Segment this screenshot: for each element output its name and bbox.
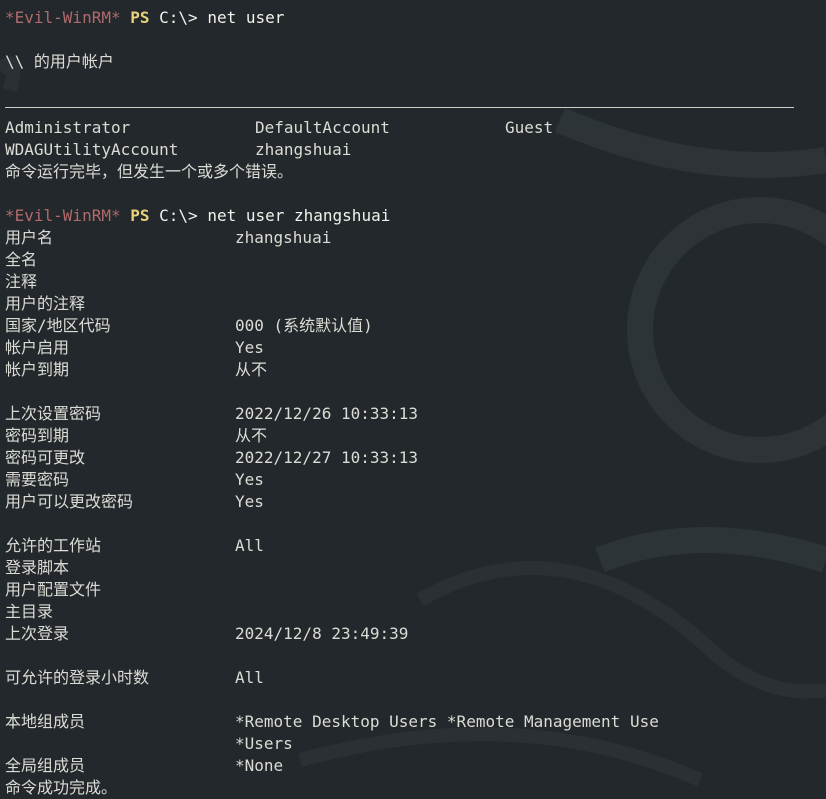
prompt-ps: PS [130,206,150,225]
prompt-line-2: *Evil-WinRM* PS C:\> net user zhangshuai [5,205,821,227]
field-label: 密码到期 [5,426,70,445]
detail-row: 密码可更改 2022/12/27 10:33:13 [5,447,821,469]
field-value: 从不 [235,360,268,379]
detail-row: 帐户到期 从不 [5,359,821,381]
detail-row: 上次设置密码 2022/12/26 10:33:13 [5,403,821,425]
field-label: 密码可更改 [5,448,86,467]
field-label: 上次登录 [5,624,70,643]
field-label: 全名 [5,250,38,269]
field-label: 用户的注释 [5,294,86,313]
prompt-line-1: *Evil-WinRM* PS C:\> net user [5,7,821,29]
account-name: Guest [505,118,554,137]
detail-row: 国家/地区代码 000 (系统默认值) [5,315,821,337]
detail-row: 用户配置文件 [5,579,821,601]
detail-row: 全名 [5,249,821,271]
prompt-name: *Evil-WinRM* [5,206,121,225]
field-value: Yes [235,470,264,489]
field-label: 全局组成员 [5,756,86,775]
detail-row: 主目录 [5,601,821,623]
accounts-row: Administrator DefaultAccount Guest [5,117,821,139]
field-value: 000 (系统默认值) [235,316,373,335]
account-name: DefaultAccount [255,118,390,137]
field-label: 主目录 [5,602,54,621]
field-label: 国家/地区代码 [5,316,111,335]
detail-row: 密码到期 从不 [5,425,821,447]
status-message: 命令成功完成。 [5,778,118,797]
field-label: 允许的工作站 [5,536,102,555]
field-label: 可允许的登录小时数 [5,668,150,687]
account-name: zhangshuai [255,140,352,159]
field-label: 需要密码 [5,470,70,489]
field-value: All [235,536,264,555]
field-value: Yes [235,338,264,357]
detail-row: 登录脚本 [5,557,821,579]
detail-row: 用户名 zhangshuai [5,227,821,249]
field-value: zhangshuai [235,228,332,247]
field-value: *None [235,756,284,775]
detail-row: 注释 [5,271,821,293]
separator-line [5,95,821,117]
field-value: Yes [235,492,264,511]
field-label: 上次设置密码 [5,404,102,423]
detail-row: 本地组成员 *Remote Desktop Users *Remote Manag… [5,711,821,733]
prompt-path: C:\> [159,206,198,225]
field-value: 从不 [235,426,268,445]
field-label: 登录脚本 [5,558,70,577]
prompt-name: *Evil-WinRM* [5,8,121,27]
field-value: *Remote Desktop Users *Remote Management… [235,712,659,731]
account-name: Administrator [5,118,131,137]
field-value: 2022/12/27 10:33:13 [235,448,419,467]
field-value: 2024/12/8 23:49:39 [235,624,409,643]
field-label: 注释 [5,272,38,291]
detail-row: 需要密码 Yes [5,469,821,491]
accounts-header: \\ 的用户帐户 [5,52,114,71]
detail-row: 允许的工作站 All [5,535,821,557]
terminal-output: *Evil-WinRM* PS C:\> net user \\ 的用户帐户 A… [5,7,821,799]
detail-row: *Users [5,733,821,755]
accounts-row: WDAGUtilityAccount zhangshuai [5,139,821,161]
field-label: 用户可以更改密码 [5,492,134,511]
field-label: 用户名 [5,228,54,247]
status-message: 命令运行完毕，但发生一个或多个错误。 [5,162,294,181]
prompt-path: C:\> [159,8,198,27]
prompt-ps: PS [130,8,150,27]
account-name: WDAGUtilityAccount [5,140,179,159]
field-value: 2022/12/26 10:33:13 [235,404,419,423]
detail-row: 用户的注释 [5,293,821,315]
detail-row: 上次登录 2024/12/8 23:49:39 [5,623,821,645]
detail-row: 可允许的登录小时数 All [5,667,821,689]
command-text: net user [207,8,285,27]
field-label: 用户配置文件 [5,580,102,599]
detail-row: 帐户启用 Yes [5,337,821,359]
field-value: *Users [235,734,293,753]
detail-row: 用户可以更改密码 Yes [5,491,821,513]
field-label: 帐户启用 [5,338,70,357]
command-text: net user zhangshuai [207,206,391,225]
field-label: 本地组成员 [5,712,86,731]
detail-row: 全局组成员 *None [5,755,821,777]
field-label: 帐户到期 [5,360,70,379]
field-value: All [235,668,264,687]
